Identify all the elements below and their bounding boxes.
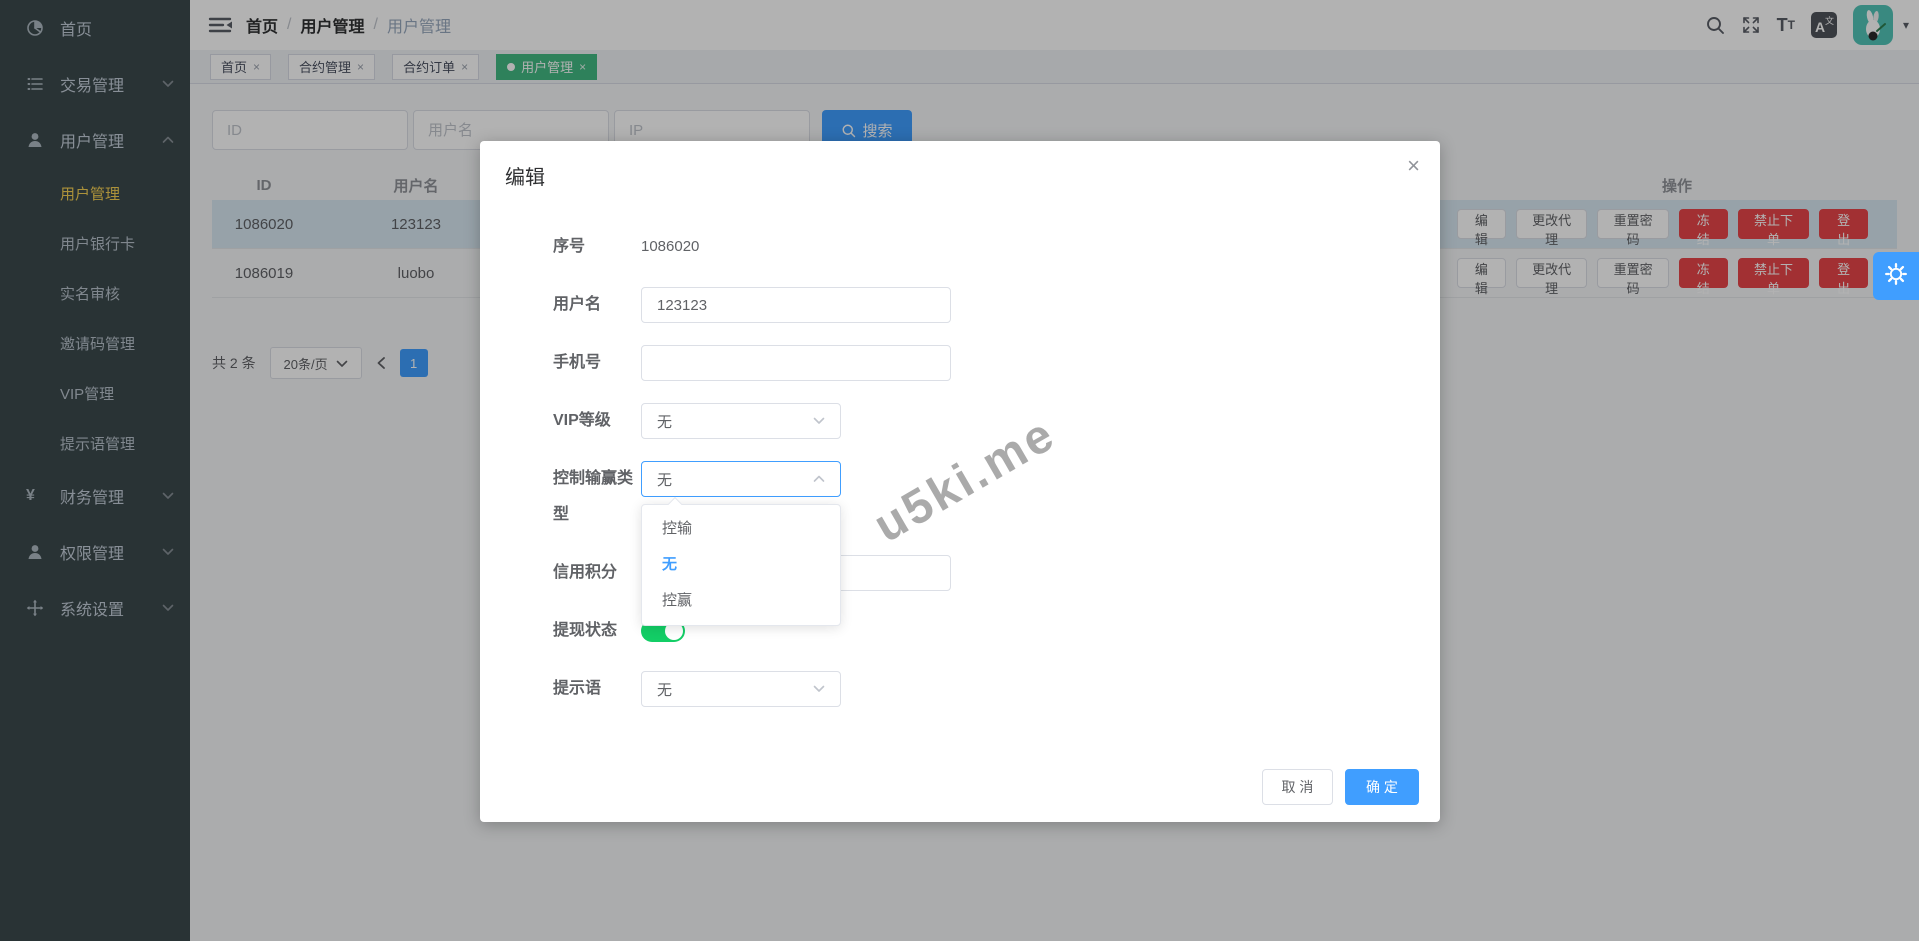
chevron-down-icon: [813, 685, 825, 693]
close-icon[interactable]: ×: [1407, 155, 1420, 177]
form-label: 用户名: [553, 296, 602, 313]
form-row-提示语: 提示语 无: [553, 671, 1400, 707]
select-value: 无: [657, 681, 673, 699]
form-label: 手机号: [553, 354, 602, 371]
form-row-VIP等级: VIP等级 无: [553, 403, 1400, 439]
settings-panel-button[interactable]: [1873, 252, 1919, 300]
chevron-up-icon: [813, 475, 825, 483]
form-input-手机号[interactable]: [641, 345, 951, 381]
form-label: VIP等级: [553, 412, 611, 429]
form-row-序号: 序号 1086020: [553, 229, 1400, 265]
dialog-header: 编辑 ×: [480, 141, 1440, 190]
form-control: [641, 287, 951, 323]
form-row-手机号: 手机号: [553, 345, 1400, 381]
confirm-button[interactable]: 确 定: [1345, 769, 1419, 805]
form-control: 无: [641, 671, 841, 707]
form-control: 1086020: [641, 229, 699, 265]
cancel-button[interactable]: 取 消: [1262, 769, 1333, 805]
form-select-提示语[interactable]: 无: [641, 671, 841, 707]
form-label: 提现状态: [553, 622, 618, 639]
dropdown-option-无[interactable]: 无: [642, 547, 840, 583]
form-control: [641, 345, 951, 381]
dialog-footer: 取 消 确 定: [1262, 769, 1419, 805]
form-label: 控制输赢类型: [553, 470, 634, 523]
form-label: 提示语: [553, 680, 602, 697]
form-row-用户名: 用户名: [553, 287, 1400, 323]
form-control: 无: [641, 403, 841, 439]
form-select-VIP等级[interactable]: 无: [641, 403, 841, 439]
dropdown-option-控输[interactable]: 控输: [642, 511, 840, 547]
edit-dialog: 编辑 × 序号1086020用户名手机号VIP等级无控制输赢类型无信用积分提现状…: [480, 141, 1440, 822]
form-input-用户名[interactable]: [641, 287, 951, 323]
form-select-控制输赢类型[interactable]: 无: [641, 461, 841, 497]
dropdown-option-控赢[interactable]: 控赢: [642, 583, 840, 619]
chevron-down-icon: [813, 417, 825, 425]
dialog-title: 编辑: [505, 167, 545, 189]
readonly-value: 1086020: [641, 238, 700, 255]
dialog-form: 序号1086020用户名手机号VIP等级无控制输赢类型无信用积分提现状态提示语无: [480, 190, 1440, 707]
form-label: 信用积分: [553, 564, 618, 581]
select-dropdown: 控输无控赢: [641, 496, 841, 626]
form-label: 序号: [553, 238, 586, 255]
select-value: 无: [657, 471, 673, 489]
gear-icon: [1883, 261, 1909, 292]
select-value: 无: [657, 413, 673, 431]
